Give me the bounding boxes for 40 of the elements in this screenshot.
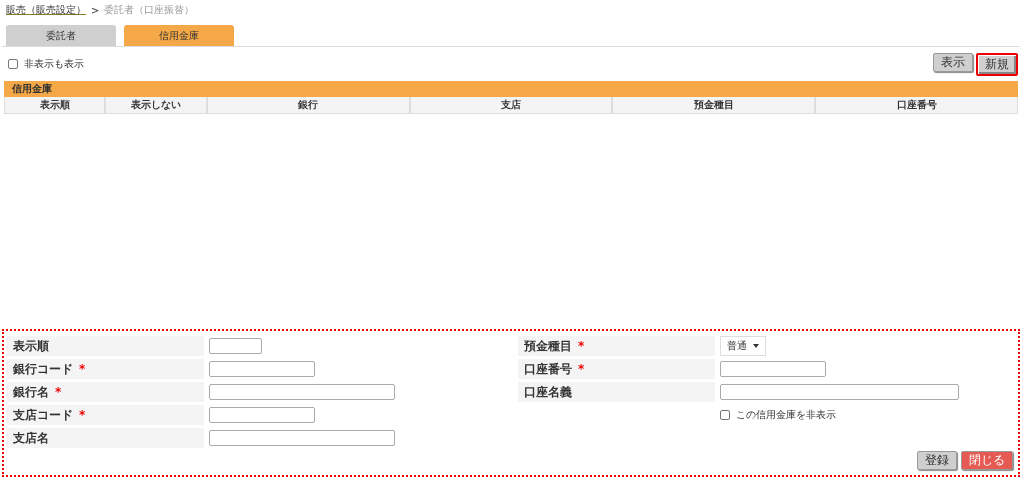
tab[interactable]: 信用金庫 [124, 25, 234, 46]
hide-checkbox[interactable]: この信用金庫を非表示 [720, 408, 836, 422]
field-label: 表示順 [7, 336, 204, 356]
input-field[interactable] [209, 407, 315, 423]
field-label: 預金種目 * [518, 336, 715, 356]
show-hidden-checkbox[interactable]: 非表示も表示 [8, 57, 84, 71]
required-mark: * [79, 408, 86, 422]
required-mark: * [578, 339, 585, 353]
toolbar-button[interactable]: 表示 [933, 52, 973, 72]
column-header: 支店 [409, 97, 613, 114]
register-button[interactable]: 登録 [917, 451, 957, 470]
required-mark: * [79, 362, 86, 376]
column-header: 表示しない [105, 97, 207, 114]
field-label: 銀行名 * [7, 382, 204, 402]
column-header: 銀行 [206, 97, 410, 114]
close-button[interactable]: 閉じる [961, 451, 1013, 470]
field-label: 銀行コード * [7, 359, 204, 379]
input-field[interactable] [209, 361, 315, 377]
field-label: 支店コード * [7, 405, 204, 425]
tab[interactable]: 委託者 [6, 25, 116, 46]
breadcrumb-current: 委託者（口座振替） [104, 3, 195, 17]
input-field[interactable] [720, 361, 826, 377]
field-label: 口座番号 * [518, 359, 715, 379]
caret-icon [753, 344, 759, 348]
input-field[interactable] [209, 430, 395, 446]
required-mark: * [578, 362, 585, 376]
field-label: 口座名義 [518, 382, 715, 402]
column-header: 口座番号 [815, 97, 1018, 114]
required-mark: * [55, 385, 62, 399]
input-field[interactable] [720, 384, 959, 400]
toolbar-button[interactable]: 新規 [976, 52, 1018, 76]
input-field[interactable] [209, 338, 262, 354]
table-title: 信用金庫 [4, 81, 1018, 97]
field-label: 支店名 [7, 428, 204, 448]
breadcrumb-separator: > [91, 4, 100, 16]
select-field[interactable]: 普通 [720, 336, 766, 356]
column-header: 預金種目 [612, 97, 816, 114]
breadcrumb-link[interactable]: 販売（販売設定） [6, 3, 86, 17]
column-header: 表示順 [4, 97, 106, 114]
input-field[interactable] [209, 384, 395, 400]
